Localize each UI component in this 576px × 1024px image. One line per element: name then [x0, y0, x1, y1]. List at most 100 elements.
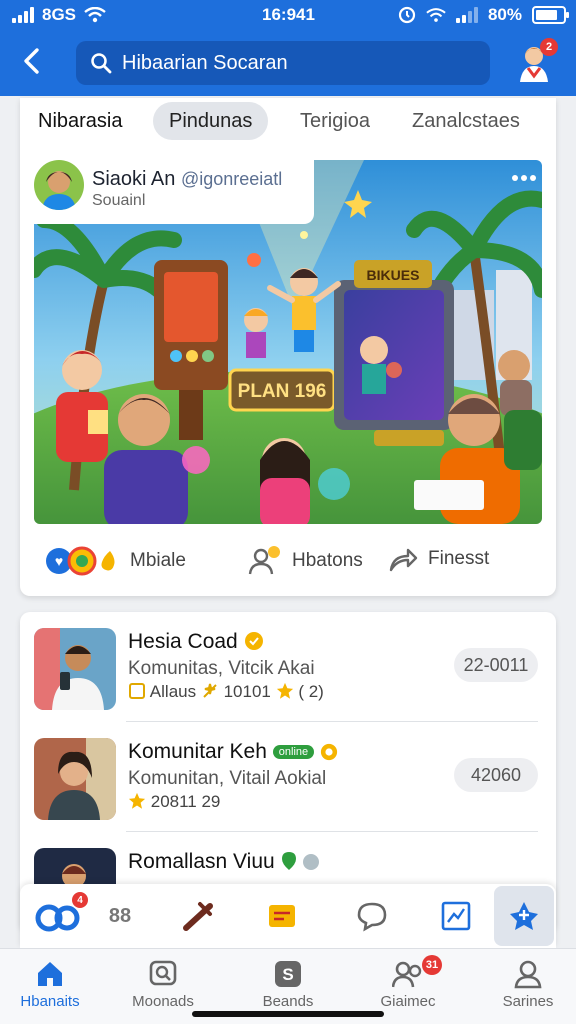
clock: 16:941 [262, 5, 315, 24]
reaction-icons: ♥ [46, 546, 115, 576]
tab-terigioa[interactable]: Terigioa [300, 102, 370, 140]
group-icon [392, 961, 422, 988]
share-icon [389, 548, 418, 572]
banner-text: BIKUES [367, 267, 420, 283]
community-desc: Komunitas, Vitcik Akai [128, 658, 315, 679]
signal-icon [12, 7, 34, 23]
community-thumbnail [34, 628, 116, 710]
cell-signal-icon [455, 7, 478, 23]
toolbar-count[interactable]: 88 [100, 898, 140, 934]
community-meta: 20811 29 [128, 792, 220, 812]
location-pin-icon [281, 852, 296, 870]
app-header: 8GS 16:941 80% 2 [0, 0, 576, 96]
community-count-pill[interactable]: 22-0011 [454, 648, 538, 682]
nav-brands-label: Beands [262, 993, 314, 1010]
reaction-label: Mbiale [130, 550, 186, 571]
chart-board-icon [441, 901, 471, 931]
carrier-label: 8GS [42, 5, 77, 24]
chat-bubble-icon [357, 902, 387, 932]
author-avatar[interactable] [34, 160, 84, 210]
community-thumbnail [34, 738, 116, 820]
toolbar-create-button[interactable] [494, 886, 554, 946]
search-input[interactable] [122, 51, 482, 75]
online-tag: online [272, 745, 315, 759]
sign-text: PLAN 196 [238, 381, 327, 402]
alarm-icon [398, 6, 416, 24]
nav-groups-label: Giaimec [380, 993, 436, 1010]
community-title: Romallasn Viuu [128, 850, 320, 874]
community-members: 10101 [223, 682, 271, 701]
post-handle[interactable]: @igonreeiatl [181, 169, 282, 189]
chat-search-icon [149, 960, 177, 986]
rating-badge-icon [303, 854, 320, 870]
list-item[interactable]: Komunitar Keh online Komunitan, Vitail A… [20, 722, 556, 832]
reaction-button[interactable]: ♥ Mbiale [44, 546, 186, 576]
battery-icon [532, 6, 569, 24]
star-icon [128, 792, 146, 809]
nav-brands[interactable]: S Beands [238, 959, 338, 1010]
nav-profile[interactable]: Sarines [478, 959, 576, 1010]
wifi-status-icon [426, 7, 446, 22]
sparkle-icon [203, 683, 217, 698]
more-options-icon[interactable] [508, 166, 540, 190]
share-button[interactable]: Finesst [388, 546, 489, 572]
tab-nibarasia[interactable]: Nibarasia [35, 102, 122, 140]
nav-home-label: Hbanaits [20, 993, 80, 1010]
toolbar-note-button[interactable] [262, 898, 302, 934]
nav-groups[interactable]: 31 Giaimec [358, 955, 458, 1010]
post-actions: ♥ Mbiale Hbatons Finesst [20, 538, 556, 582]
verified-badge-icon [244, 632, 263, 650]
profile-icon [514, 960, 542, 989]
home-icon [38, 962, 62, 986]
toolbar-chart-button[interactable] [436, 898, 476, 934]
svg-text:S: S [282, 965, 293, 984]
people-label: Hbatons [292, 550, 363, 571]
post-header: Siaoki An @igonreeiatl Souainl [34, 158, 314, 224]
share-label: Finesst [428, 548, 490, 569]
post-author[interactable]: Siaoki An [92, 168, 175, 190]
back-arrow-icon[interactable] [16, 44, 50, 78]
community-title: Komunitar Keh online [128, 740, 338, 764]
battery-percent: 80% [487, 5, 522, 24]
post-subtitle: Souainl [92, 192, 146, 209]
tab-bar: Nibarasia Pindunas Terigioa Zanalcstaes [20, 102, 556, 146]
community-title-text: Romallasn Viuu [128, 850, 275, 873]
toolbar-tool-button[interactable] [178, 898, 218, 934]
search-icon [91, 53, 112, 74]
svg-text:♥: ♥ [55, 553, 63, 569]
tool-icon [183, 902, 213, 931]
tab-zanalcstaes[interactable]: Zanalcstaes [412, 102, 520, 140]
community-title-text: Hesia Coad [128, 630, 238, 653]
square-icon [129, 683, 145, 699]
toolbar-badge: 4 [72, 892, 88, 908]
profile-avatar-button[interactable]: 2 [514, 38, 558, 84]
community-title: Hesia Coad [128, 630, 264, 654]
community-rating: ( 2) [298, 682, 324, 701]
status-bar: 8GS 16:941 80% [0, 0, 576, 32]
community-desc: Komunitan, Vitail Aokial [128, 768, 327, 789]
community-count-pill[interactable]: 42060 [454, 758, 538, 792]
create-post-icon [510, 902, 538, 930]
tab-pindunas[interactable]: Pindunas [153, 102, 269, 140]
community-meta: Allaus 10101 ( 2) [128, 682, 324, 702]
note-icon [269, 905, 295, 927]
home-indicator[interactable] [192, 1011, 384, 1017]
battery-level [536, 10, 557, 20]
author-avatar-image [34, 160, 84, 210]
verified-badge-icon [320, 743, 338, 761]
nav-messages[interactable]: Moonads [113, 959, 213, 1010]
brand-icon: S [275, 961, 301, 987]
nav-home[interactable]: Hbanaits [0, 959, 100, 1010]
search-bar[interactable] [76, 41, 490, 85]
community-meta-text: 20811 29 [150, 792, 221, 811]
people-button[interactable]: Hbatons [248, 546, 363, 576]
wifi-icon [84, 7, 106, 23]
toolbar-chat-button[interactable] [352, 898, 392, 934]
feed-card: Nibarasia Pindunas Terigioa Zanalcstaes [20, 98, 556, 596]
people-icon [248, 546, 280, 575]
quick-toolbar: 4 88 [20, 884, 556, 948]
nav-profile-label: Sarines [502, 993, 554, 1010]
toolbar-app-button[interactable]: 4 [34, 892, 88, 934]
nav-messages-label: Moonads [132, 993, 194, 1010]
list-item[interactable]: Hesia Coad Komunitas, Vitcik Akai Allaus… [20, 612, 556, 722]
